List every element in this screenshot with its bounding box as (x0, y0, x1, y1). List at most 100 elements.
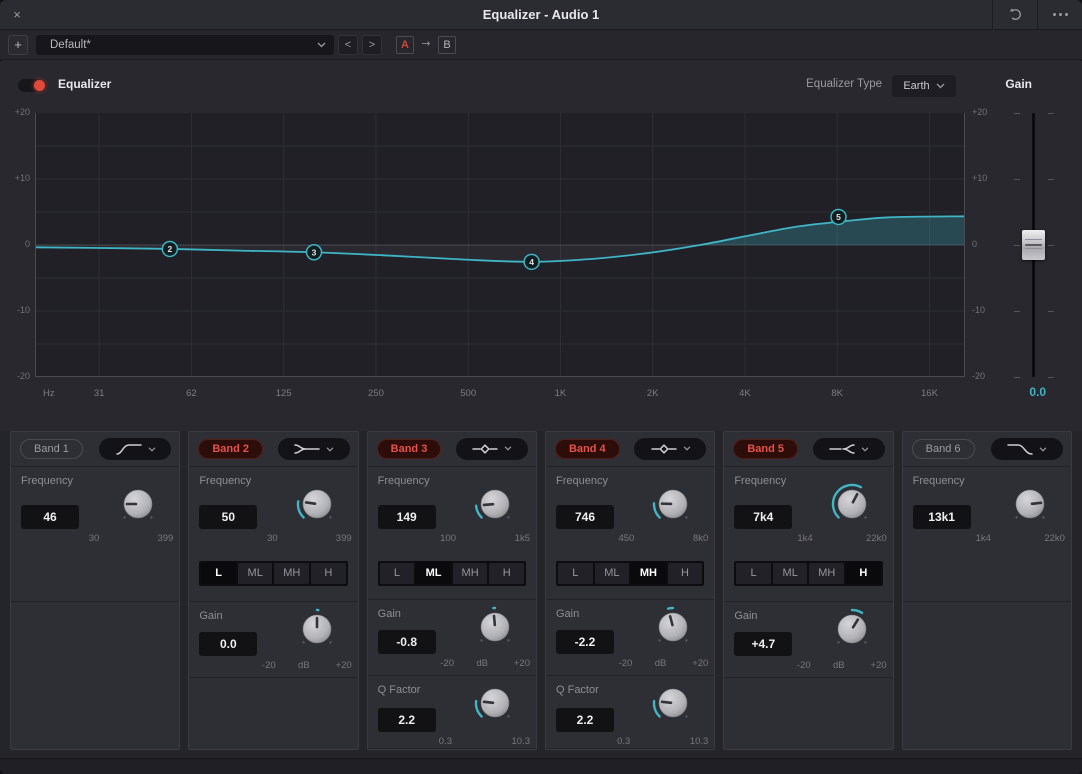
gain-value[interactable]: +4.7 (734, 632, 792, 656)
range-button-mh[interactable]: MH (274, 563, 309, 584)
frequency-knob[interactable] (294, 481, 340, 527)
gain-value[interactable]: -2.2 (556, 630, 614, 654)
equalizer-enable-toggle[interactable] (18, 79, 46, 92)
band-label-pill[interactable]: Band 4 (555, 439, 620, 459)
frequency-value[interactable]: 7k4 (734, 505, 792, 529)
band-panel-1: Band 1 Frequency46 30399 (10, 431, 180, 750)
gain: Gain-2.2 -20dB+20 (546, 599, 714, 674)
low-shelf-filter-icon (293, 443, 321, 455)
frequency-value[interactable]: 149 (378, 505, 436, 529)
bell-filter-icon (471, 443, 499, 455)
band-panel-header: Band 5 (724, 432, 892, 466)
gain-knob[interactable] (650, 604, 696, 650)
frequency-label: Frequency (734, 475, 786, 487)
range-button-l[interactable]: L (380, 563, 415, 584)
q-factor-knob[interactable] (650, 680, 696, 726)
chevron-down-icon (326, 447, 334, 452)
q-factor-value[interactable]: 2.2 (556, 708, 614, 732)
frequency-value[interactable]: 46 (21, 505, 79, 529)
svg-text:5: 5 (836, 212, 841, 222)
eq-band-handle[interactable]: 3 (307, 245, 322, 260)
band-panel-header: Band 4 (546, 432, 714, 466)
frequency-value[interactable]: 50 (199, 505, 257, 529)
range-button-l[interactable]: L (736, 563, 771, 584)
slider-tick (1014, 311, 1020, 312)
close-icon[interactable]: × (0, 7, 34, 22)
preset-bar: + Default* < > A → B (0, 30, 1082, 60)
knob-dial (115, 481, 161, 527)
compare-b-button[interactable]: B (438, 36, 456, 54)
y-axis-tick-label: -10 (2, 305, 30, 315)
range-button-mh[interactable]: MH (809, 563, 844, 584)
frequency-label: Frequency (378, 475, 430, 487)
equalizer-type-select[interactable]: Earth (892, 75, 956, 97)
x-axis-tick-label: 500 (460, 388, 476, 399)
range-button-h[interactable]: H (489, 563, 524, 584)
frequency-knob[interactable] (1007, 481, 1053, 527)
band-filter-select[interactable] (634, 438, 706, 460)
preset-select[interactable]: Default* (36, 35, 334, 55)
high-pass-filter-icon (115, 443, 143, 455)
low-pass-filter-icon (1006, 443, 1034, 455)
band-filter-select[interactable] (456, 438, 528, 460)
range-button-ml[interactable]: ML (416, 563, 451, 584)
frequency-min-label: 30 (89, 533, 100, 544)
window-title: Equalizer - Audio 1 (0, 7, 1082, 22)
range-button-h[interactable]: H (846, 563, 881, 584)
band-label-pill[interactable]: Band 3 (377, 439, 442, 459)
range-button-mh[interactable]: MH (453, 563, 488, 584)
frequency-knob[interactable] (829, 481, 875, 527)
frequency-label: Frequency (21, 475, 73, 487)
previous-preset-button[interactable]: < (338, 35, 358, 55)
band-label-pill[interactable]: Band 1 (20, 439, 83, 459)
range-button-l[interactable]: L (558, 563, 593, 584)
band-filter-select[interactable] (278, 438, 350, 460)
add-preset-button[interactable]: + (8, 35, 28, 55)
knob-dial (294, 481, 340, 527)
gain-knob[interactable] (829, 606, 875, 652)
history-reset-button[interactable] (993, 0, 1037, 29)
eq-band-handle[interactable]: 4 (524, 254, 539, 269)
range-button-ml[interactable]: ML (238, 563, 273, 584)
band-filter-select[interactable] (99, 438, 171, 460)
range-button-l[interactable]: L (201, 563, 236, 584)
y-axis-tick-label-right: -20 (972, 371, 1000, 381)
more-options-button[interactable] (1038, 0, 1082, 29)
gain-knob[interactable] (294, 606, 340, 652)
q-factor-knob[interactable] (472, 680, 518, 726)
master-gain-slider-handle[interactable] (1022, 230, 1045, 260)
band-panel-header: Band 2 (189, 432, 357, 466)
band-panel-3: Band 3 Frequency149 1001k5LMLMHHGain-0.8… (367, 431, 537, 750)
range-button-ml[interactable]: ML (595, 563, 630, 584)
compare-a-button[interactable]: A (396, 36, 414, 54)
q-factor-label: Q Factor (556, 684, 599, 696)
band-label-pill[interactable]: Band 6 (912, 439, 975, 459)
chevron-down-icon (936, 83, 945, 89)
frequency-value[interactable]: 13k1 (913, 505, 971, 529)
band-filter-select[interactable] (991, 438, 1063, 460)
eq-band-handle[interactable]: 2 (162, 241, 177, 256)
frequency-min-label: 450 (618, 533, 634, 544)
next-preset-button[interactable]: > (362, 35, 382, 55)
band-label-pill[interactable]: Band 5 (733, 439, 798, 459)
range-button-h[interactable]: H (668, 563, 703, 584)
range-button-ml[interactable]: ML (773, 563, 808, 584)
gain-knob[interactable] (472, 604, 518, 650)
knob-dial (650, 481, 696, 527)
eq-curve-plot[interactable]: 2 3 4 5 (35, 113, 965, 377)
range-button-mh[interactable]: MH (631, 563, 666, 584)
frequency-knob[interactable] (472, 481, 518, 527)
frequency-knob[interactable] (115, 481, 161, 527)
gain-value[interactable]: 0.0 (199, 632, 257, 656)
range-button-h[interactable]: H (311, 563, 346, 584)
band-label-pill[interactable]: Band 2 (198, 439, 263, 459)
frequency-value[interactable]: 746 (556, 505, 614, 529)
frequency-knob[interactable] (650, 481, 696, 527)
band-panel-empty-area (546, 748, 714, 749)
gain-value[interactable]: -0.8 (378, 630, 436, 654)
q-factor-value[interactable]: 2.2 (378, 708, 436, 732)
x-axis-unit-label: Hz (43, 388, 55, 399)
eq-band-handle[interactable]: 5 (831, 209, 846, 224)
band-filter-select[interactable] (813, 438, 885, 460)
master-gain-value[interactable]: 0.0 (1004, 385, 1046, 399)
